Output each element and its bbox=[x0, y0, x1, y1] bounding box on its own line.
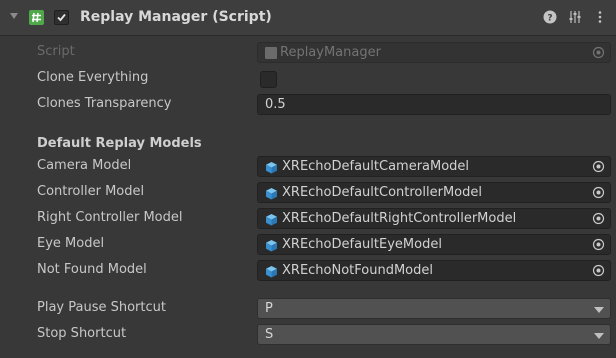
script-row: Script ReplayManager bbox=[0, 40, 616, 66]
right-controller-model-field[interactable]: XREchoDefaultRightControllerModel bbox=[257, 208, 611, 229]
component-enabled-checkbox[interactable] bbox=[54, 10, 69, 25]
object-picker-icon[interactable] bbox=[592, 160, 605, 173]
clone-everything-checkbox[interactable] bbox=[260, 71, 277, 88]
presets-icon[interactable] bbox=[567, 9, 583, 25]
controller-model-row: Controller Model XREchoDefaultController… bbox=[0, 180, 616, 206]
controller-model-field[interactable]: XREchoDefaultControllerModel bbox=[257, 182, 611, 203]
model-label: Controller Model bbox=[37, 184, 145, 199]
model-value: XREchoNotFoundModel bbox=[282, 263, 433, 278]
script-hash-icon bbox=[29, 10, 44, 25]
play-pause-shortcut-label: Play Pause Shortcut bbox=[37, 300, 166, 315]
inspector-panel: Replay Manager (Script) ? Script ReplayM… bbox=[0, 0, 616, 358]
camera-model-field[interactable]: XREchoDefaultCameraModel bbox=[257, 156, 611, 177]
model-value: XREchoDefaultEyeModel bbox=[282, 237, 442, 252]
prefab-icon bbox=[266, 188, 277, 200]
script-value: ReplayManager bbox=[280, 45, 381, 60]
section-title: Default Replay Models bbox=[37, 136, 202, 151]
eye-model-field[interactable]: XREchoDefaultEyeModel bbox=[257, 234, 611, 255]
model-value: XREchoDefaultCameraModel bbox=[282, 159, 470, 174]
script-label: Script bbox=[37, 44, 75, 59]
not-found-model-row: Not Found Model XREchoNotFoundModel bbox=[0, 258, 616, 284]
stop-shortcut-value: S bbox=[265, 327, 274, 342]
clones-transparency-value: 0.5 bbox=[265, 97, 286, 112]
camera-model-row: Camera Model XREchoDefaultCameraModel bbox=[0, 154, 616, 180]
play-pause-shortcut-value: P bbox=[265, 301, 273, 316]
object-picker-icon[interactable] bbox=[592, 238, 605, 251]
clones-transparency-label: Clones Transparency bbox=[37, 96, 172, 111]
prefab-icon bbox=[266, 214, 277, 226]
model-label: Right Controller Model bbox=[37, 210, 183, 225]
component-title: Replay Manager (Script) bbox=[80, 9, 272, 25]
eye-model-row: Eye Model XREchoDefaultEyeModel bbox=[0, 232, 616, 258]
prefab-icon bbox=[266, 240, 277, 252]
component-header[interactable]: Replay Manager (Script) ? bbox=[0, 0, 616, 36]
clones-transparency-input[interactable]: 0.5 bbox=[257, 94, 611, 115]
chevron-down-icon bbox=[594, 307, 604, 313]
kebab-menu-icon[interactable] bbox=[592, 9, 608, 25]
help-icon[interactable]: ? bbox=[542, 9, 558, 25]
stop-shortcut-dropdown[interactable]: S bbox=[257, 324, 611, 345]
play-pause-shortcut-row: Play Pause Shortcut P bbox=[0, 296, 616, 322]
right-controller-model-row: Right Controller Model XREchoDefaultRigh… bbox=[0, 206, 616, 232]
svg-text:?: ? bbox=[547, 14, 552, 24]
model-label: Eye Model bbox=[37, 236, 105, 251]
object-picker-icon[interactable] bbox=[592, 186, 605, 199]
clones-transparency-row: Clones Transparency 0.5 bbox=[0, 92, 616, 118]
object-picker-icon[interactable] bbox=[592, 264, 605, 277]
stop-shortcut-label: Stop Shortcut bbox=[37, 326, 127, 341]
play-pause-shortcut-dropdown[interactable]: P bbox=[257, 298, 611, 319]
script-field: ReplayManager bbox=[257, 42, 611, 63]
object-picker-icon bbox=[592, 46, 605, 59]
model-label: Not Found Model bbox=[37, 262, 147, 277]
model-value: XREchoDefaultControllerModel bbox=[282, 185, 482, 200]
not-found-model-field[interactable]: XREchoNotFoundModel bbox=[257, 260, 611, 281]
clone-everything-row: Clone Everything bbox=[0, 66, 616, 92]
object-picker-icon[interactable] bbox=[592, 212, 605, 225]
model-label: Camera Model bbox=[37, 158, 132, 173]
stop-shortcut-row: Stop Shortcut S bbox=[0, 322, 616, 348]
clone-everything-label: Clone Everything bbox=[37, 70, 149, 85]
prefab-icon bbox=[266, 266, 277, 278]
foldout-triangle-icon[interactable] bbox=[10, 13, 18, 19]
model-value: XREchoDefaultRightControllerModel bbox=[282, 211, 517, 226]
script-file-icon bbox=[265, 47, 277, 59]
chevron-down-icon bbox=[594, 333, 604, 339]
prefab-icon bbox=[266, 162, 277, 174]
